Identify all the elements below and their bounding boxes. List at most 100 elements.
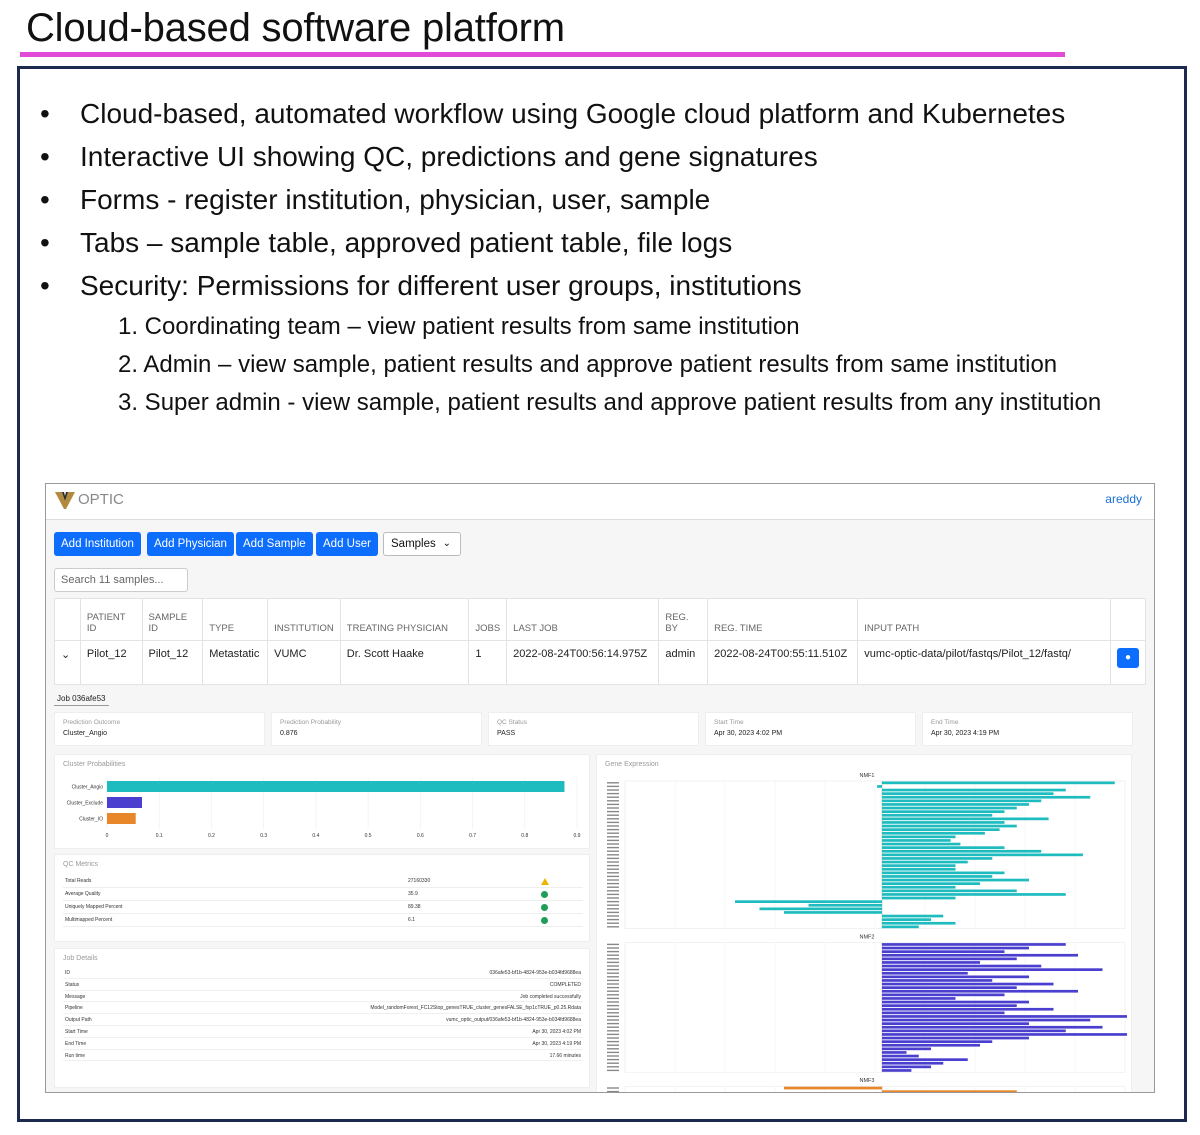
gene-bar [882, 1043, 980, 1047]
job-detail-label: Message [65, 993, 86, 1000]
gene-bar [882, 810, 1005, 813]
gene-tick-label [607, 796, 619, 798]
gene-bar [882, 889, 1017, 893]
gene-tick-label [607, 807, 619, 809]
gene-bar [882, 882, 980, 885]
gene-bar [882, 993, 1005, 997]
cluster-probabilities-panel: Cluster Probabilities 0 0.1 0.2 0.3 0.4 0.5 0.… [54, 754, 590, 849]
gene-bar [882, 1051, 907, 1054]
gene-bar [882, 1029, 1066, 1033]
gene-bar [882, 1065, 931, 1069]
gene-bar [882, 1054, 919, 1058]
type-cell: Metastatic [202, 640, 269, 685]
x-tick-label: 0.9 [574, 833, 581, 839]
gene-tick-label [607, 861, 619, 863]
x-tick-label: 0.8 [521, 833, 528, 839]
add-sample-button[interactable]: Add Sample [236, 532, 313, 556]
x-tick-label: 0.2 [208, 833, 215, 839]
x-tick-label: 0.3 [260, 833, 267, 839]
job-detail-label: End Time [65, 1040, 87, 1047]
table-header[interactable]: INPUT PATH [857, 598, 1111, 641]
add-institution-button[interactable]: Add Institution [54, 532, 141, 556]
table-header[interactable]: TREATING PHYSICIAN [339, 598, 470, 641]
app-navbar: OPTIC areddy [46, 484, 1154, 520]
gene-tick-label [607, 854, 619, 856]
bullet-list: Cloud-based, automated workflow using Go… [40, 92, 1170, 307]
gene-tick-label [607, 1015, 619, 1018]
card-value: Apr 30, 2023 4:02 PM [714, 730, 783, 737]
x-tick-label: 0 [106, 833, 109, 839]
gene-tick-label [607, 814, 619, 816]
table-header[interactable]: LAST JOB [506, 598, 660, 641]
patient-id-cell: Pilot_12 [79, 640, 143, 685]
x-tick-label: 0.7 [469, 833, 476, 839]
gene-bar [882, 806, 1017, 810]
gene-tick-label [607, 1044, 619, 1046]
job-detail-row: Status COMPLETED [63, 979, 583, 991]
gene-tick-label [607, 926, 619, 928]
gene-tick-label [607, 958, 619, 960]
permission-list: 1. Coordinating team – view patient resu… [118, 308, 1158, 422]
gene-tick-label [607, 872, 619, 874]
table-header[interactable]: JOBS [468, 598, 508, 641]
table-header[interactable]: SAMPLE ID [141, 598, 204, 641]
gene-bar [882, 893, 1066, 896]
card-value: Apr 30, 2023 4:19 PM [931, 730, 1000, 737]
gene-tick-label [607, 968, 619, 971]
job-detail-row: Message Job completed successfully [63, 991, 583, 1003]
gene-expression-chart: NMF1 NMF2 NMF3 [607, 773, 1127, 1092]
gene-tick-label [607, 994, 619, 996]
job-detail-label: Start Time [65, 1029, 88, 1035]
add-physician-button[interactable]: Add Physician [147, 532, 234, 556]
gene-bar [882, 1011, 1005, 1015]
qc-metric-value: 89.38 [408, 904, 421, 910]
bullet-item: Cloud-based, automated workflow using Go… [40, 92, 1170, 135]
gene-tick-label [607, 1090, 619, 1092]
panel-title: QC Metrics [63, 861, 98, 868]
sample-search-input[interactable]: Search 11 samples... [54, 568, 188, 592]
gene-bar [882, 875, 993, 878]
bullet-item: Interactive UI showing QC, predictions a… [40, 135, 1170, 178]
gene-bar [882, 1040, 993, 1043]
run-cell: ● [1110, 640, 1146, 685]
job-detail-value: Job completed successfully [520, 993, 581, 1000]
gene-bar [882, 842, 961, 846]
app-name[interactable]: OPTIC [78, 491, 124, 508]
expand-toggle[interactable]: ⌄ [54, 640, 81, 685]
series-title: NMF3 [860, 1078, 875, 1084]
table-row[interactable]: ⌄ Pilot_12 Pilot_12 Metastatic VUMC Dr. … [54, 640, 1146, 685]
gene-tick-label [607, 821, 619, 824]
gene-tick-label [607, 983, 619, 985]
table-header[interactable]: INSTITUTION [267, 598, 341, 641]
gene-tick-label [607, 918, 619, 921]
gene-bar [882, 971, 968, 975]
gene-bar [882, 831, 985, 835]
run-job-button[interactable]: ● [1117, 648, 1139, 668]
gene-bar [882, 839, 951, 842]
app-screenshot: OPTIC areddy Add Institution Add Physici… [45, 483, 1155, 1093]
table-header[interactable]: REG. TIME [707, 598, 859, 641]
v-logo-icon [55, 492, 75, 509]
card-label: QC Status [497, 719, 527, 726]
table-header[interactable]: REG. BY [658, 598, 709, 641]
gene-bar [882, 975, 1029, 979]
table-header[interactable]: PATIENT ID [79, 598, 143, 641]
gene-bar [882, 961, 980, 964]
gene-bar [882, 857, 993, 860]
gene-bar [882, 821, 1005, 824]
job-tab[interactable]: Job 036afe53 [54, 692, 109, 706]
gene-tick-label [607, 839, 619, 842]
gene-bar [882, 918, 931, 921]
table-header[interactable]: TYPE [202, 598, 269, 641]
gene-bar [882, 1036, 1029, 1040]
gene-tick-label [607, 997, 619, 1000]
chevron-down-icon: ⌄ [61, 649, 71, 661]
gene-tick-label [607, 1004, 619, 1007]
gene-bar [882, 1007, 1054, 1011]
add-user-button[interactable]: Add User [316, 532, 378, 556]
view-select[interactable]: Samples ⌄ [383, 532, 461, 556]
card-label: Start Time [714, 719, 744, 726]
qc-metrics-panel: QC Metrics Total Reads 27160330 Average Qu… [54, 854, 590, 942]
user-menu[interactable]: areddy [1105, 492, 1142, 506]
sample-id-cell: Pilot_12 [141, 640, 204, 685]
